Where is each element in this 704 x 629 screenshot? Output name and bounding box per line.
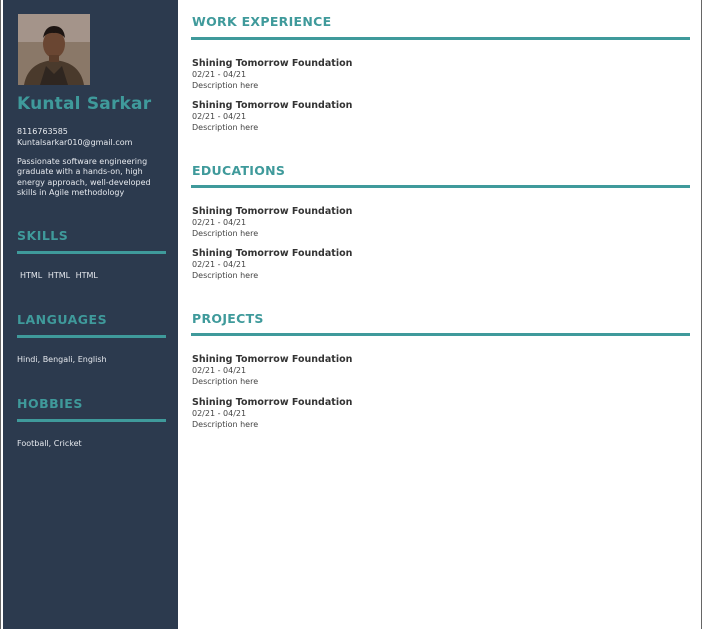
skill-item: HTML bbox=[20, 271, 43, 280]
skills-list: HTML HTML HTML bbox=[20, 271, 101, 280]
projects-heading: PROJECTS bbox=[192, 311, 264, 326]
contact-info: 8116763585 Kuntalsarkar010@gmail.com bbox=[17, 127, 132, 148]
entry-description: Description here bbox=[192, 419, 259, 429]
educations-heading: EDUCATIONS bbox=[192, 163, 286, 178]
entry-date: 02/21 - 04/21 bbox=[192, 218, 247, 227]
entry-description: Description here bbox=[192, 228, 259, 238]
entry-organization: Shining Tomorrow Foundation bbox=[192, 100, 353, 111]
phone-number: 8116763585 bbox=[17, 127, 68, 136]
email-address: Kuntalsarkar010@gmail.com bbox=[17, 137, 133, 147]
project-entry: Shining Tomorrow Foundation 02/21 - 04/2… bbox=[192, 397, 352, 430]
hobbies-divider bbox=[17, 419, 166, 422]
work-entry: Shining Tomorrow Foundation 02/21 - 04/2… bbox=[192, 100, 352, 133]
hobbies-heading: HOBBIES bbox=[17, 396, 83, 411]
entry-date: 02/21 - 04/21 bbox=[192, 112, 247, 121]
entry-date: 02/21 - 04/21 bbox=[192, 366, 247, 375]
entry-organization: Shining Tomorrow Foundation bbox=[192, 248, 353, 259]
education-entry: Shining Tomorrow Foundation 02/21 - 04/2… bbox=[192, 248, 352, 281]
entry-organization: Shining Tomorrow Foundation bbox=[192, 206, 353, 217]
project-entry: Shining Tomorrow Foundation 02/21 - 04/2… bbox=[192, 354, 352, 387]
profile-summary: Passionate software engineering graduate… bbox=[17, 157, 151, 197]
hobbies-list: Football, Cricket bbox=[17, 439, 82, 448]
entry-date: 02/21 - 04/21 bbox=[192, 260, 247, 269]
languages-divider bbox=[17, 335, 166, 338]
person-silhouette-icon bbox=[18, 14, 90, 85]
work-experience-heading: WORK EXPERIENCE bbox=[192, 14, 332, 29]
skill-item: HTML bbox=[75, 271, 98, 280]
entry-organization: Shining Tomorrow Foundation bbox=[192, 58, 353, 69]
skill-item: HTML bbox=[47, 271, 71, 280]
skills-divider bbox=[17, 251, 166, 254]
skills-heading: SKILLS bbox=[17, 228, 69, 243]
profile-name: Kuntal Sarkar bbox=[17, 94, 152, 114]
entry-description: Description here bbox=[192, 376, 259, 386]
entry-description: Description here bbox=[192, 270, 259, 280]
education-entry: Shining Tomorrow Foundation 02/21 - 04/2… bbox=[192, 206, 352, 239]
sidebar: Kuntal Sarkar 8116763585 Kuntalsarkar010… bbox=[3, 0, 178, 629]
work-experience-divider bbox=[191, 37, 690, 40]
entry-description: Description here bbox=[192, 122, 259, 132]
work-entry: Shining Tomorrow Foundation 02/21 - 04/2… bbox=[192, 58, 352, 91]
educations-divider bbox=[191, 185, 690, 188]
languages-heading: LANGUAGES bbox=[17, 312, 108, 327]
entry-organization: Shining Tomorrow Foundation bbox=[192, 397, 353, 408]
entry-date: 02/21 - 04/21 bbox=[192, 409, 247, 418]
languages-list: Hindi, Bengali, English bbox=[17, 355, 107, 364]
resume-page: Kuntal Sarkar 8116763585 Kuntalsarkar010… bbox=[0, 0, 702, 629]
entry-description: Description here bbox=[192, 80, 259, 90]
profile-photo bbox=[18, 14, 90, 85]
entry-date: 02/21 - 04/21 bbox=[192, 70, 247, 79]
entry-organization: Shining Tomorrow Foundation bbox=[192, 354, 353, 365]
projects-divider bbox=[191, 333, 690, 336]
